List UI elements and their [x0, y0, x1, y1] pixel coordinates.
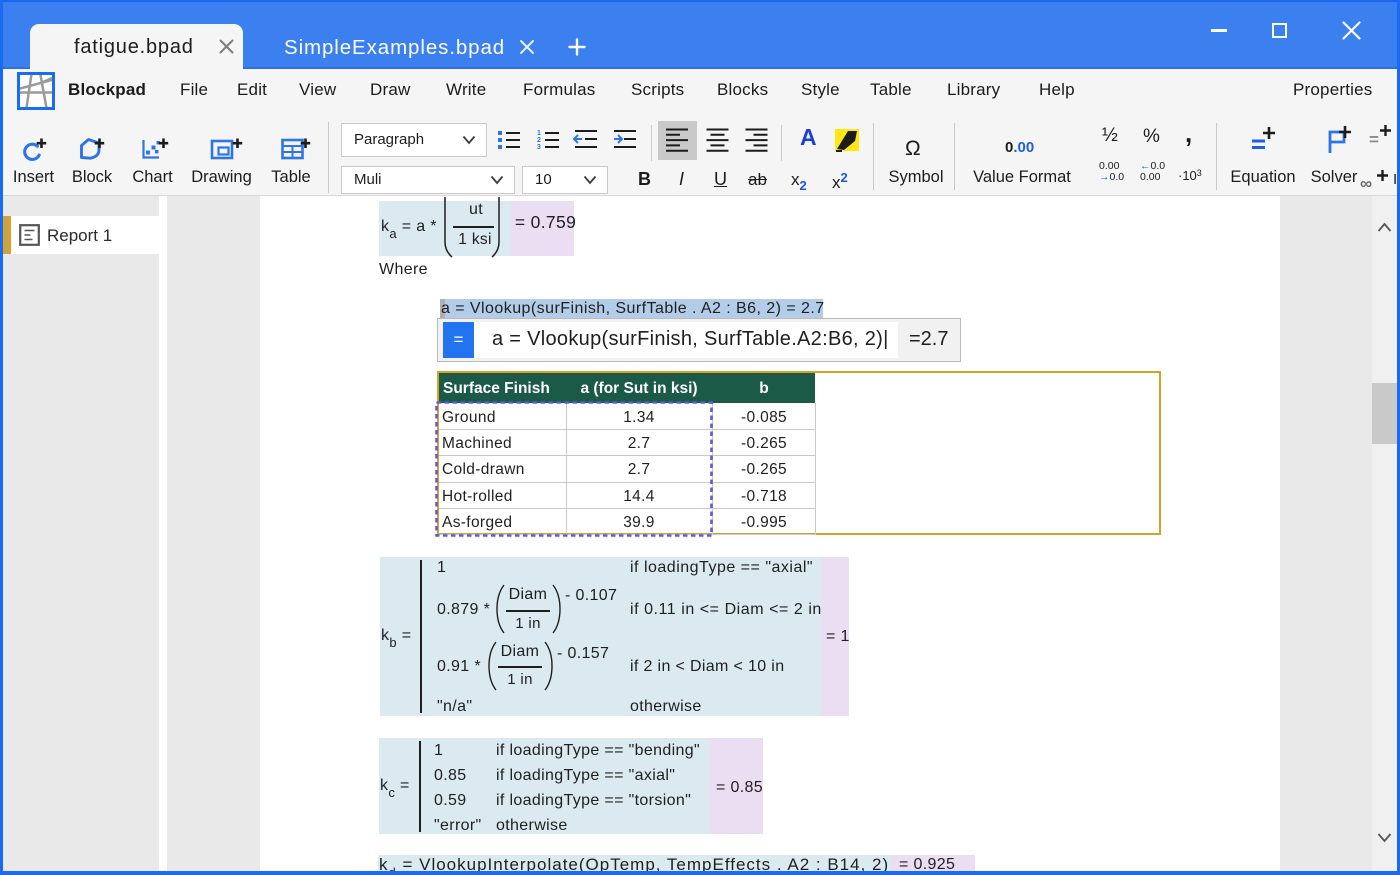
- svg-text:1: 1: [537, 130, 541, 137]
- svg-text:3: 3: [537, 144, 541, 150]
- svg-text:2: 2: [537, 137, 541, 144]
